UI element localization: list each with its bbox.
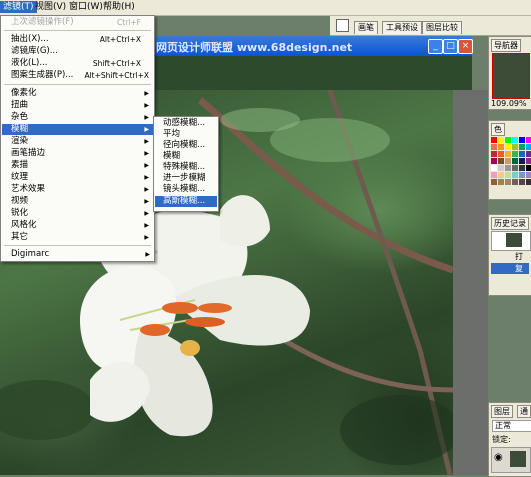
menu-item-render[interactable]: 渲染 ▶ <box>2 136 153 147</box>
blur-submenu: 动感模糊... 平均 径向模糊... 模糊 特殊模糊... 进一步模糊 镜头模糊… <box>153 116 219 212</box>
swatch-grid[interactable] <box>491 137 531 195</box>
eye-icon[interactable]: ◉ <box>494 452 503 463</box>
menu-item-average[interactable]: 平均 <box>155 129 217 140</box>
menu-item-smart-blur[interactable]: 特殊模糊... <box>155 162 217 173</box>
menu-item-brush-strokes[interactable]: 画笔描边 ▶ <box>2 148 153 159</box>
menu-item-radial-blur[interactable]: 径向模糊... <box>155 140 217 151</box>
history-item-selected[interactable]: 复 <box>491 263 529 274</box>
tab-layer-comps[interactable]: 图层比较 <box>422 21 462 34</box>
menu-view[interactable]: 视图(V) <box>32 1 69 13</box>
navigator-thumbnail[interactable] <box>492 53 530 99</box>
menu-item-pattern-maker[interactable]: 图案生成器(P)... Alt+Shift+Ctrl+X <box>2 70 153 81</box>
submenu-arrow-icon: ▶ <box>144 198 149 205</box>
history-item[interactable]: 打 <box>491 251 529 262</box>
navigator-panel: 导航器 109.09% <box>488 36 531 110</box>
tab-channels[interactable]: 通 <box>517 405 531 418</box>
menu-help[interactable]: 帮助(H) <box>100 1 138 13</box>
tab-history[interactable]: 历史记录 <box>491 217 529 230</box>
menu-item-artistic[interactable]: 艺术效果 ▶ <box>2 184 153 195</box>
submenu-arrow-icon: ▶ <box>144 174 149 181</box>
layer-thumbnail <box>510 451 526 467</box>
tab-color[interactable]: 色 <box>491 123 505 136</box>
submenu-arrow-icon: ▶ <box>144 102 149 109</box>
menu-item-extract[interactable]: 抽出(X)... Alt+Ctrl+X <box>2 34 153 45</box>
snapshot-thumbnail <box>506 233 522 247</box>
submenu-arrow-icon: ▶ <box>144 150 149 157</box>
close-button[interactable]: × <box>458 39 473 54</box>
zoom-level[interactable]: 109.09% <box>491 99 527 108</box>
menu-item-motion-blur[interactable]: 动感模糊... <box>155 118 217 129</box>
history-panel: 历史记录 打 复 <box>488 214 531 296</box>
menu-separator <box>4 84 151 85</box>
lock-label: 锁定: <box>492 435 511 444</box>
menu-item-other[interactable]: 其它 ▶ <box>2 232 153 243</box>
document-icon[interactable] <box>336 19 349 32</box>
submenu-arrow-icon: ▶ <box>144 138 149 145</box>
swatches-panel: 色 <box>488 120 531 200</box>
submenu-arrow-icon: ▶ <box>144 210 149 217</box>
menu-item-sketch[interactable]: 素描 ▶ <box>2 160 153 171</box>
minimize-button[interactable]: _ <box>428 39 443 54</box>
menu-item-video[interactable]: 视频 ▶ <box>2 196 153 207</box>
menu-separator <box>4 245 151 246</box>
tab-brushes[interactable]: 画笔 <box>354 21 378 34</box>
menu-item-filter-gallery[interactable]: 滤镜库(G)... <box>2 46 153 57</box>
palette-well: 画笔 工具预设 图层比较 <box>330 16 531 36</box>
menu-item-sharpen[interactable]: 锐化 ▶ <box>2 208 153 219</box>
menu-separator <box>4 30 151 31</box>
tab-navigator[interactable]: 导航器 <box>491 39 521 52</box>
submenu-arrow-icon: ▶ <box>144 126 149 133</box>
maximize-button[interactable]: □ <box>443 39 458 54</box>
menu-item-stylize[interactable]: 风格化 ▶ <box>2 220 153 231</box>
filter-menu: 上次滤镜操作(F) Ctrl+F 抽出(X)... Alt+Ctrl+X 滤镜库(G… <box>0 15 155 251</box>
layers-panel: 图层 通 正常 锁定: ◉ <box>488 402 531 477</box>
menu-item-texture[interactable]: 纹理 ▶ <box>2 172 153 183</box>
menu-item-liquify[interactable]: 液化(L)... Shift+Ctrl+X <box>2 58 153 69</box>
submenu-arrow-icon: ▶ <box>144 222 149 229</box>
menu-item-blur-more[interactable]: 进一步模糊 <box>155 173 217 184</box>
layer-row[interactable]: ◉ <box>491 447 531 473</box>
submenu-arrow-icon: ▶ <box>144 186 149 193</box>
document-titlebar[interactable]: 网页设计师联盟 www.68design.net _ □ × <box>150 36 473 56</box>
document-title: 网页设计师联盟 www.68design.net <box>156 41 353 54</box>
menu-item-blur[interactable]: 模糊 <box>155 151 217 162</box>
menu-item-noise[interactable]: 杂色 ▶ <box>2 112 153 123</box>
submenu-arrow-icon: ▶ <box>144 90 149 97</box>
tab-layers[interactable]: 图层 <box>491 405 513 418</box>
menu-item-digimarc[interactable]: Digimarc ▶ <box>0 249 155 262</box>
submenu-arrow-icon: ▶ <box>144 234 149 241</box>
menu-item-gaussian-blur[interactable]: 高斯模糊... <box>155 196 217 207</box>
submenu-arrow-icon: ▶ <box>144 114 149 121</box>
blend-mode-select[interactable]: 正常 <box>492 420 531 432</box>
menu-item-distort[interactable]: 扭曲 ▶ <box>2 100 153 111</box>
canvas-gray-area <box>453 90 488 475</box>
tab-tool-presets[interactable]: 工具预设 <box>382 21 422 34</box>
submenu-arrow-icon: ▶ <box>145 251 150 258</box>
menu-item-last-filter[interactable]: 上次滤镜操作(F) Ctrl+F <box>2 17 153 28</box>
menu-item-blur[interactable]: 模糊 ▶ <box>2 124 153 135</box>
menubar: 滤镜(T) 视图(V) 窗口(W) 帮助(H) <box>0 0 531 16</box>
submenu-arrow-icon: ▶ <box>144 162 149 169</box>
menu-item-pixelate[interactable]: 像素化 ▶ <box>2 88 153 99</box>
history-snapshot[interactable] <box>491 231 531 251</box>
menu-item-lens-blur[interactable]: 镜头模糊... <box>155 184 217 195</box>
